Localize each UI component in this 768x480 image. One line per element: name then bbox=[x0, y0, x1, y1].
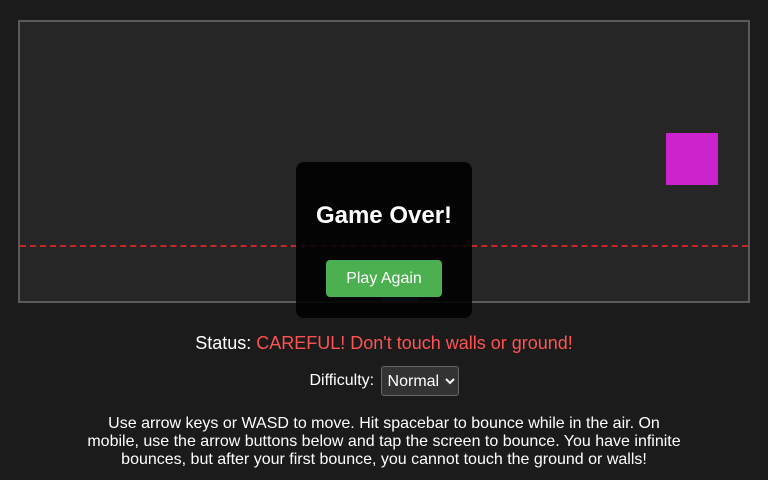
difficulty-label: Difficulty: bbox=[309, 372, 375, 389]
status-line: Status: CAREFUL! Don't touch walls or gr… bbox=[0, 333, 768, 354]
difficulty-select[interactable]: Normal bbox=[380, 366, 459, 396]
instructions-text: Use arrow keys or WASD to move. Hit spac… bbox=[87, 415, 681, 468]
status-value: CAREFUL! Don't touch walls or ground! bbox=[256, 333, 573, 353]
game-page: Game Over! Play Again Status: CAREFUL! D… bbox=[0, 0, 768, 480]
status-label: Status: bbox=[195, 333, 252, 353]
magenta-obstacle bbox=[666, 133, 718, 185]
game-over-overlay: Game Over! Play Again bbox=[296, 162, 472, 318]
difficulty-row: Difficulty: Normal bbox=[0, 366, 768, 396]
play-again-button[interactable]: Play Again bbox=[326, 260, 442, 297]
game-over-title: Game Over! bbox=[315, 202, 453, 229]
